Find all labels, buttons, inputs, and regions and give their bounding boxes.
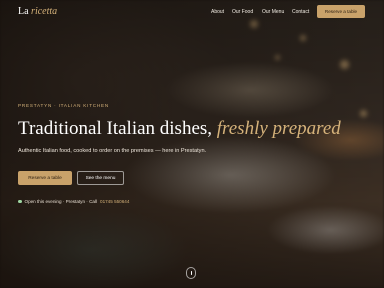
nav-item-contact[interactable]: Contact xyxy=(292,9,309,15)
brand-name-accent: ricetta xyxy=(31,6,58,17)
nav-reserve-button[interactable]: Reserve a table xyxy=(317,5,365,18)
status-dot-icon xyxy=(18,199,22,204)
hero-eyebrow: Prestatyn · Italian Kitchen xyxy=(18,103,110,108)
top-nav: La ricetta About Our Food Our Menu Conta… xyxy=(0,0,384,24)
hero-title: Traditional Italian dishes, freshly prep… xyxy=(18,118,378,140)
hero-subtitle: Authentic Italian food, cooked to order … xyxy=(18,148,207,154)
reserve-table-button[interactable]: Reserve a table xyxy=(18,171,72,185)
brand-logo[interactable]: La ricetta xyxy=(18,6,57,17)
see-menu-button[interactable]: See the menu xyxy=(77,171,124,185)
nav-item-about[interactable]: About xyxy=(211,9,224,15)
scroll-indicator-icon[interactable] xyxy=(186,267,196,279)
hero-overlay xyxy=(0,0,384,288)
hero-title-main: Traditional Italian dishes, xyxy=(18,118,213,139)
nav-item-our-food[interactable]: Our Food xyxy=(232,9,253,15)
phone-link[interactable]: 01745 550644 xyxy=(100,199,129,204)
status-text: Open this evening · Prestatyn · Call xyxy=(24,199,98,204)
hero-title-accent: freshly prepared xyxy=(216,118,341,139)
nav-item-our-menu[interactable]: Our Menu xyxy=(262,9,284,15)
opening-status: Open this evening · Prestatyn · Call 017… xyxy=(18,199,129,204)
brand-name: La xyxy=(18,6,29,17)
